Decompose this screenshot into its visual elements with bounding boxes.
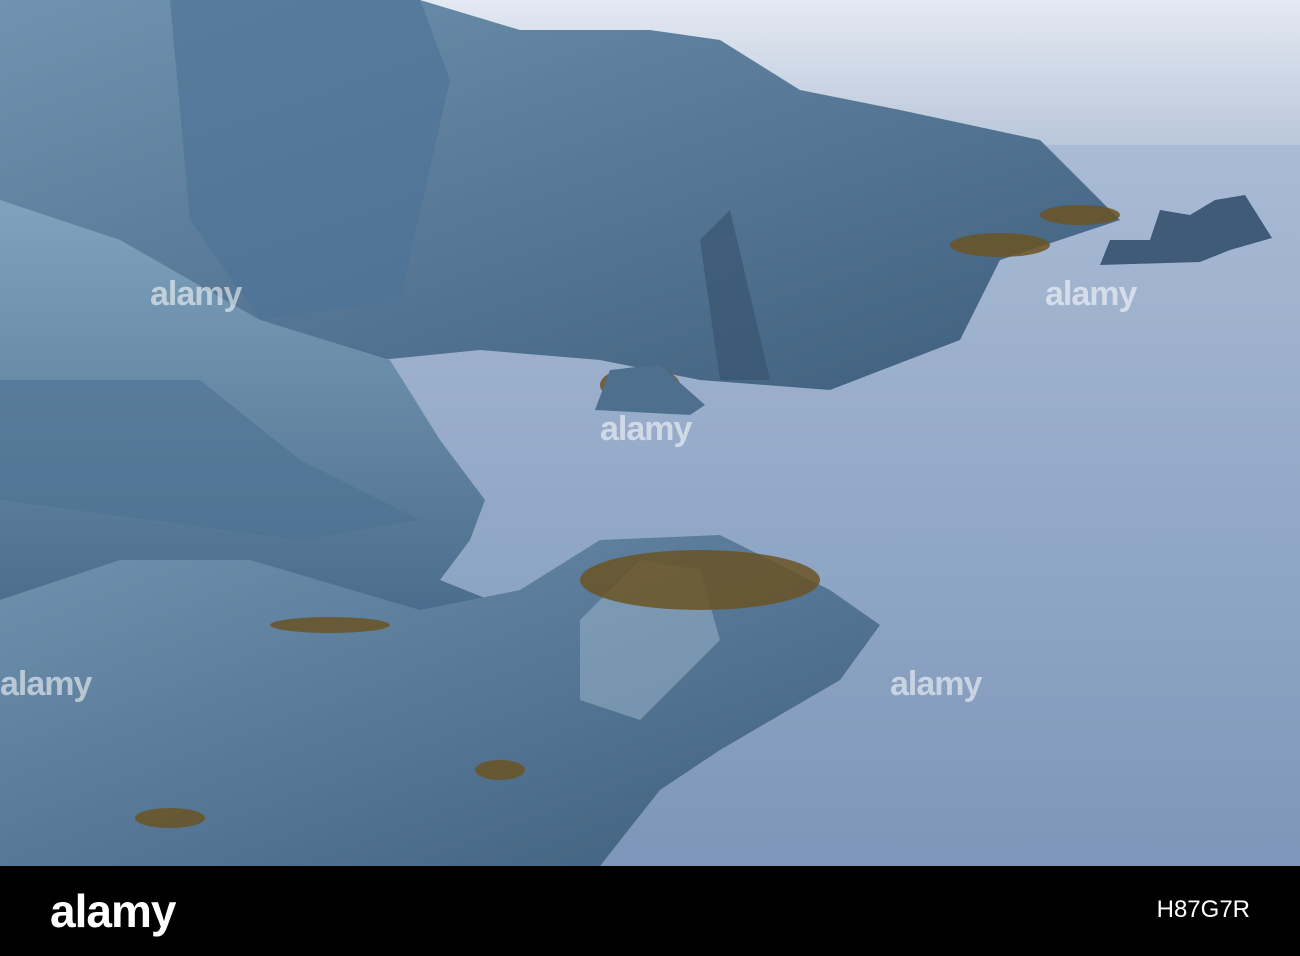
image-id: H87G7R <box>1156 896 1250 923</box>
alamy-logo: alamy <box>50 885 176 937</box>
footer-bar: alamy H87G7R <box>0 866 1300 956</box>
watermark: alamy <box>1045 275 1137 313</box>
watermark: alamy <box>890 665 982 703</box>
watermark: alamy <box>600 410 692 448</box>
watermark: alamy <box>150 275 242 313</box>
watermark: alamy <box>0 665 92 703</box>
